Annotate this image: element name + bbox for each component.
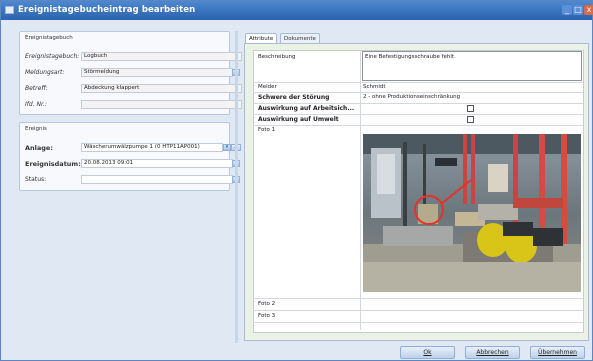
maximize-button[interactable]: □ bbox=[573, 5, 583, 15]
grid-line bbox=[253, 82, 583, 83]
work-safety-impact-label: Auswirkung auf Arbeitsich... bbox=[258, 105, 355, 112]
report-type-field[interactable]: Störmeldung bbox=[81, 68, 233, 77]
apply-button[interactable]: Übernehmen bbox=[530, 346, 585, 359]
journal-panel: Ereignistagebuch Ereignistagebuch: Logbu… bbox=[19, 31, 242, 115]
ok-button[interactable]: Ok bbox=[400, 346, 455, 359]
subject-label: Betreff: bbox=[25, 85, 48, 92]
grid-line bbox=[253, 114, 583, 115]
grid-line bbox=[253, 322, 583, 323]
grid-line bbox=[253, 92, 583, 93]
status-field[interactable] bbox=[81, 175, 233, 184]
photo1-label: Foto 1 bbox=[258, 127, 276, 133]
grid-line bbox=[253, 103, 583, 104]
event-panel-title: Ereignis bbox=[25, 126, 47, 132]
grid-line bbox=[253, 125, 583, 126]
plant-label: Anlage: bbox=[25, 144, 53, 152]
sequence-number-label: Ifd. Nr.: bbox=[25, 101, 47, 108]
sequence-number-field: 3 bbox=[81, 100, 242, 109]
description-label: Beschreibung bbox=[258, 54, 296, 60]
report-type-label: Meldungsart: bbox=[25, 69, 65, 76]
dialog-window: Ereignistagebucheintrag bearbeiten _ □ x… bbox=[0, 0, 593, 361]
app-icon bbox=[5, 6, 14, 14]
work-safety-impact-checkbox[interactable] bbox=[467, 105, 474, 112]
grid-line bbox=[253, 298, 583, 299]
event-date-field[interactable]: 20.08.2013 09:01 bbox=[81, 159, 233, 168]
subject-field: Abdeckung klappert bbox=[81, 84, 242, 93]
cancel-button[interactable]: Abbrechen bbox=[465, 346, 520, 359]
plant-field[interactable]: Wäscherumwälzpumpe 1 (0 HTP11AP001) bbox=[81, 143, 223, 152]
event-date-label: Ereignisdatum: bbox=[25, 160, 81, 168]
minimize-button[interactable]: _ bbox=[562, 5, 572, 15]
severity-label: Schwere der Störung bbox=[258, 94, 330, 101]
environment-impact-checkbox[interactable] bbox=[467, 116, 474, 123]
reporter-value[interactable]: Schmidt bbox=[363, 84, 386, 91]
photo1-image[interactable] bbox=[363, 134, 581, 292]
photo2-label: Foto 2 bbox=[258, 301, 276, 307]
window-title: Ereignistagebucheintrag bearbeiten bbox=[18, 5, 196, 15]
grid-line bbox=[253, 310, 583, 311]
severity-value[interactable]: 2 - ohne Produktionseinschränkung bbox=[363, 94, 460, 101]
description-value: Eine Befestigungsschraube fehlt. bbox=[365, 54, 456, 60]
journal-panel-title: Ereignistagebuch bbox=[25, 35, 73, 41]
close-button[interactable]: x bbox=[584, 5, 593, 15]
status-label: Status: bbox=[25, 176, 47, 183]
journal-field: Logbuch bbox=[81, 52, 242, 61]
plant-dropdown[interactable]: ▾ bbox=[223, 144, 231, 151]
event-panel: Ereignis Anlage: Wäscherumwälzpumpe 1 (0… bbox=[19, 122, 241, 191]
title-bar: Ereignistagebucheintrag bearbeiten _ □ x bbox=[1, 1, 593, 20]
splitter[interactable] bbox=[235, 31, 238, 343]
environment-impact-label: Auswirkung auf Umwelt bbox=[258, 116, 339, 123]
photo3-label: Foto 3 bbox=[258, 313, 276, 319]
journal-label: Ereignistagebuch: bbox=[25, 53, 80, 60]
reporter-label: Melder bbox=[258, 84, 277, 90]
